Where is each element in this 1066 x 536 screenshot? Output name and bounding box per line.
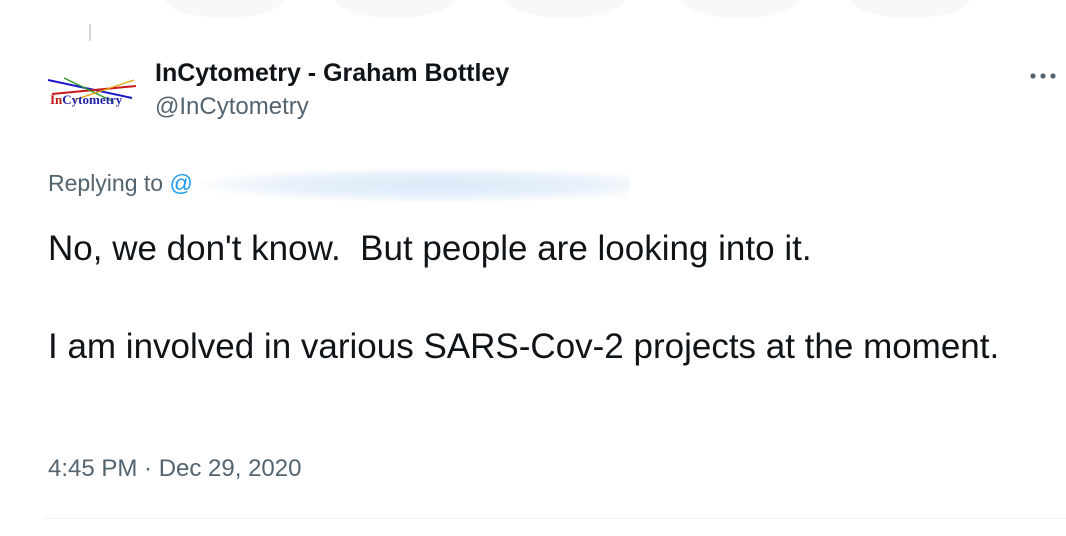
- more-options-button[interactable]: [1026, 66, 1060, 86]
- more-horizontal-icon: [1030, 73, 1056, 79]
- avatar[interactable]: InCytometry: [44, 68, 140, 116]
- reply-target-link[interactable]: @: [169, 170, 192, 196]
- replying-to-label: Replying to: [48, 170, 164, 196]
- tweet-text: No, we don't know. But people are lookin…: [48, 229, 1000, 366]
- thread-connector-line: [89, 24, 91, 41]
- incytometry-logo: InCytometry: [47, 77, 137, 107]
- action-bar-remnant: [0, 0, 1066, 28]
- author-handle[interactable]: @InCytometry: [155, 90, 509, 124]
- divider: [44, 518, 1066, 519]
- tweet-author[interactable]: InCytometry - Graham Bottley @InCytometr…: [155, 56, 509, 124]
- redacted-username-blur: [200, 168, 630, 202]
- tweet-timestamp[interactable]: 4:45 PM · Dec 29, 2020: [48, 452, 301, 486]
- tweet-view: InCytometry InCytometry - Graham Bottley…: [0, 0, 1066, 536]
- author-display-name[interactable]: InCytometry - Graham Bottley: [155, 56, 509, 90]
- replying-to: Replying to @: [48, 166, 193, 200]
- svg-text:InCytometry: InCytometry: [50, 92, 123, 107]
